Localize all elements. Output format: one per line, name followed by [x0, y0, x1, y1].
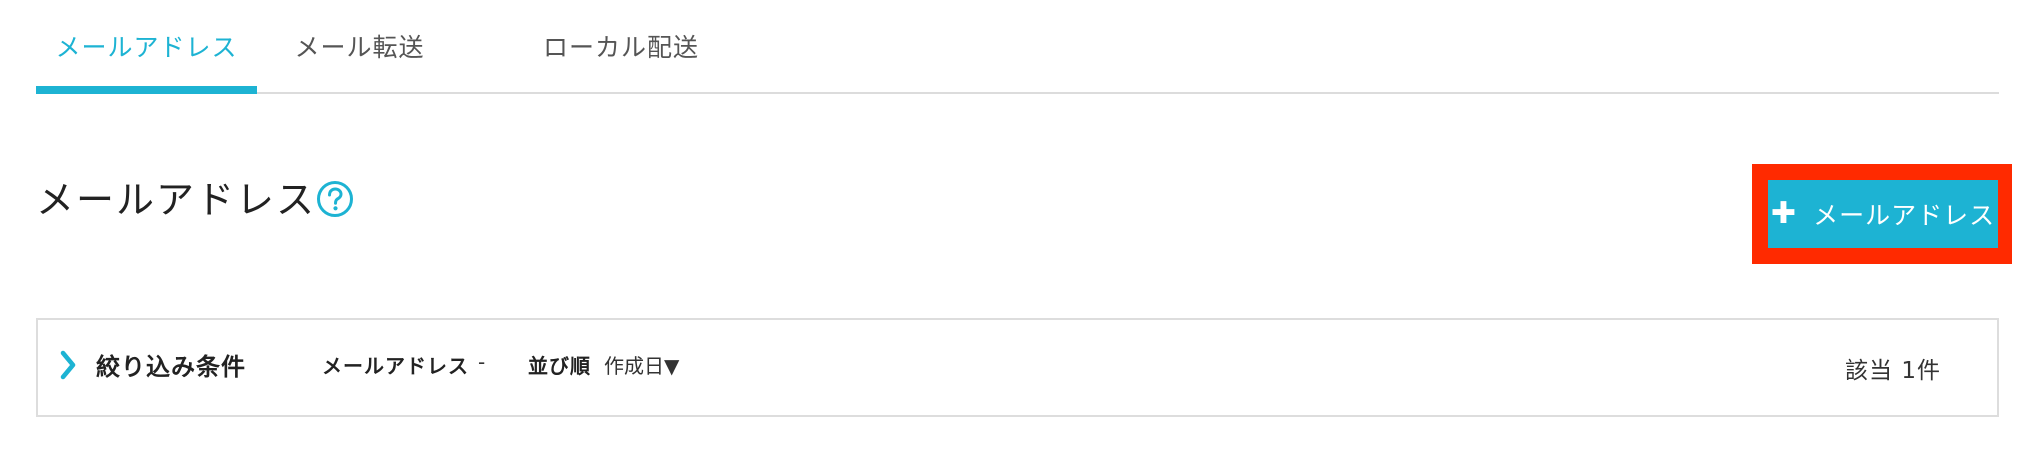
result-count: 該当 1件 — [1845, 358, 1941, 384]
filter-email-value: - — [478, 350, 486, 374]
page-title: メールアドレス — [36, 178, 317, 222]
sort-order-value[interactable]: 作成日▼ — [604, 350, 679, 379]
filter-conditions-toggle[interactable]: 絞り込み条件 — [96, 347, 246, 382]
filter-email-label: メールアドレス — [322, 354, 469, 378]
tab-mail-forwarding[interactable]: メール転送 — [257, 0, 462, 92]
chevron-right-icon[interactable] — [60, 350, 76, 380]
tab-local-delivery[interactable]: ローカル配送 — [506, 0, 736, 92]
tab-mail-forwarding-label: メール転送 — [294, 33, 425, 62]
plus-icon: ✚ — [1770, 196, 1798, 231]
add-email-address-button[interactable]: ✚ メールアドレス — [1768, 180, 1998, 248]
sort-order-label: 並び順 — [528, 354, 591, 378]
question-circle-icon[interactable] — [316, 180, 354, 218]
active-tab-indicator — [36, 86, 257, 94]
tab-local-delivery-label: ローカル配送 — [542, 33, 699, 62]
tab-mail-address[interactable]: メールアドレス — [36, 0, 257, 94]
filter-bar: 絞り込み条件 メールアドレス - 並び順 作成日▼ 該当 1件 — [36, 318, 1999, 417]
tab-mail-address-label: メールアドレス — [55, 33, 238, 62]
add-button-label: メールアドレス — [1813, 201, 1996, 230]
tab-bar: メールアドレス メール転送 ローカル配送 — [36, 0, 1999, 94]
